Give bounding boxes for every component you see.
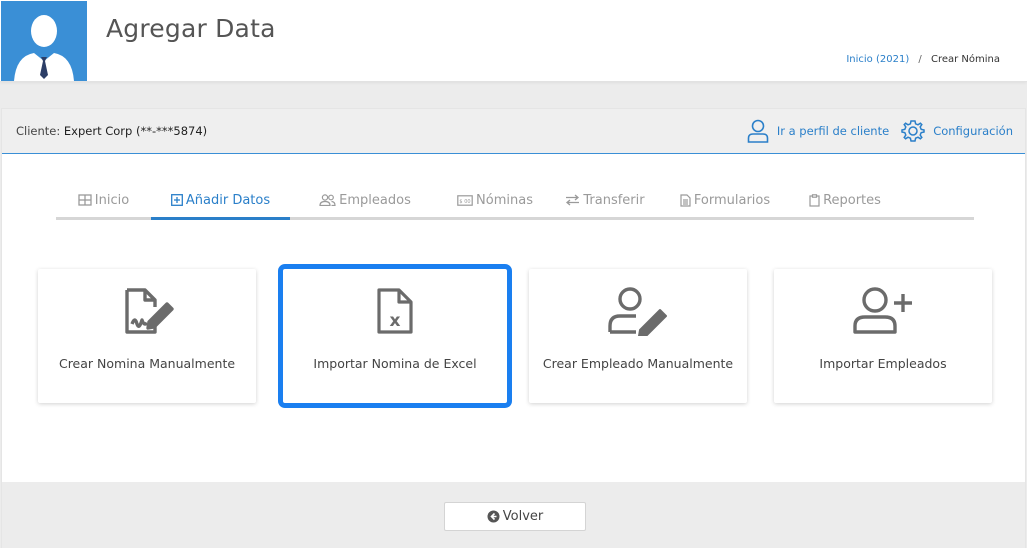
money-icon: $ 00 bbox=[457, 194, 473, 206]
file-signature-icon bbox=[125, 288, 174, 334]
tab-label: Inicio bbox=[94, 192, 130, 208]
user-avatar bbox=[1, 1, 87, 81]
user-edit-icon bbox=[608, 287, 667, 336]
card-crear-nomina-manual[interactable]: Crear Nomina Manualmente bbox=[38, 269, 256, 403]
client-profile-link[interactable]: Ir a perfil de cliente bbox=[747, 119, 889, 143]
file-excel-icon: x bbox=[377, 288, 413, 334]
card-label: Crear Nomina Manualmente bbox=[58, 356, 236, 371]
back-label: Volver bbox=[502, 509, 544, 524]
card-label: Crear Empleado Manualmente bbox=[542, 356, 734, 371]
breadcrumb-current: Crear Nómina bbox=[930, 54, 1000, 65]
tab-inicio[interactable]: Inicio bbox=[56, 183, 151, 217]
back-button[interactable]: Volver bbox=[444, 502, 586, 531]
page-header: Agregar Data Inicio (2021) / Crear Nómin… bbox=[0, 0, 1027, 82]
plus-square-icon bbox=[170, 194, 183, 206]
tab-label: Añadir Datos bbox=[185, 192, 271, 208]
configuration-link[interactable]: Configuración bbox=[901, 119, 1013, 143]
client-label: Cliente: bbox=[16, 124, 61, 138]
tab-anadir-datos[interactable]: Añadir Datos bbox=[151, 183, 290, 220]
card-importar-empleados[interactable]: Importar Empleados bbox=[774, 269, 992, 403]
tab-label: Formularios bbox=[693, 192, 771, 208]
tab-transferir[interactable]: Transferir bbox=[550, 183, 660, 217]
grid-icon bbox=[78, 194, 92, 206]
card-crear-empleado-manual[interactable]: Crear Empleado Manualmente bbox=[529, 269, 747, 403]
card-importar-nomina-excel[interactable]: x Importar Nomina de Excel bbox=[278, 264, 512, 408]
svg-text:$ 00: $ 00 bbox=[459, 199, 470, 205]
client-name: Expert Corp (**-***5874) bbox=[63, 124, 208, 138]
clipboard-icon bbox=[809, 193, 820, 207]
tab-label: Reportes bbox=[823, 192, 881, 208]
breadcrumb-home-link[interactable]: Inicio (2021) bbox=[846, 54, 909, 65]
tab-label: Nóminas bbox=[476, 192, 533, 208]
tab-bar: Inicio Añadir Datos Empleados $ 00 Nómin… bbox=[56, 183, 974, 220]
page-title: Agregar Data bbox=[106, 14, 276, 43]
breadcrumb: Inicio (2021) / Crear Nómina bbox=[846, 54, 1000, 65]
breadcrumb-separator: / bbox=[918, 54, 922, 65]
tab-empleados[interactable]: Empleados bbox=[290, 183, 440, 217]
main-panel: Cliente: Expert Corp (**-***5874) Ir a p… bbox=[1, 108, 1026, 548]
svg-text:x: x bbox=[390, 311, 401, 331]
tab-formularios[interactable]: Formularios bbox=[660, 183, 790, 217]
card-label: Importar Empleados bbox=[819, 356, 947, 371]
gear-icon bbox=[901, 120, 925, 142]
tab-nominas[interactable]: $ 00 Nóminas bbox=[440, 183, 550, 217]
tab-label: Transferir bbox=[583, 192, 645, 208]
card-label: Importar Nomina de Excel bbox=[313, 356, 477, 371]
tab-reportes[interactable]: Reportes bbox=[790, 183, 900, 217]
user-plus-icon bbox=[853, 287, 912, 334]
configuration-label: Configuración bbox=[933, 124, 1013, 138]
user-outline-icon bbox=[747, 119, 769, 143]
arrow-circle-left-icon bbox=[487, 510, 500, 523]
tab-label: Empleados bbox=[339, 192, 411, 208]
panel-footer: Volver bbox=[2, 482, 1025, 548]
exchange-icon bbox=[566, 194, 580, 206]
client-profile-label: Ir a perfil de cliente bbox=[776, 124, 890, 138]
client-info: Cliente: Expert Corp (**-***5874) bbox=[16, 124, 207, 138]
client-bar: Cliente: Expert Corp (**-***5874) Ir a p… bbox=[2, 109, 1025, 154]
file-text-icon bbox=[680, 193, 691, 207]
users-icon bbox=[319, 194, 336, 206]
